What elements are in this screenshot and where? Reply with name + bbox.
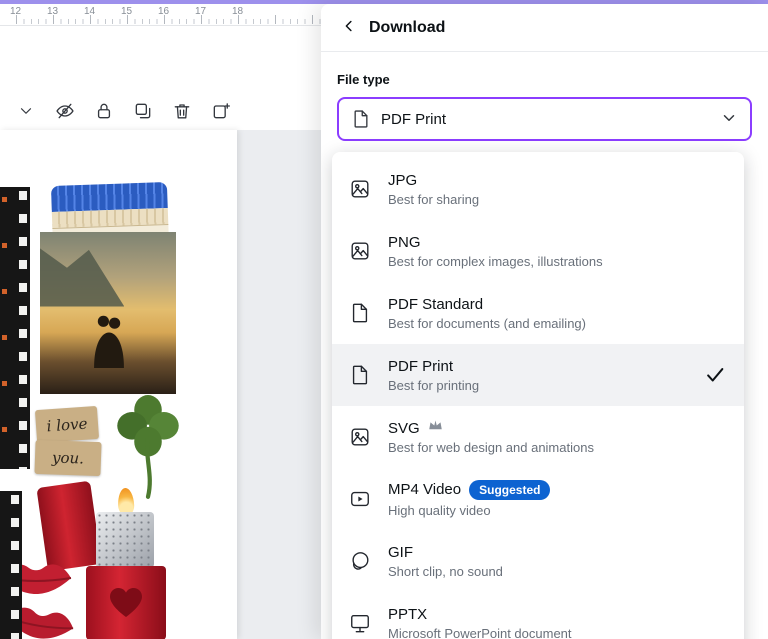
lighter-insert-image[interactable] (96, 512, 154, 568)
couple-silhouette (94, 315, 124, 368)
option-description: Best for printing (388, 377, 480, 393)
ruler-label: 15 (121, 6, 133, 17)
love-note-image[interactable]: you. (34, 439, 102, 477)
chevron-left-icon (340, 17, 358, 38)
chevron-down-icon (720, 109, 738, 130)
love-note-image[interactable]: i love (34, 405, 100, 444)
lock-icon (94, 101, 114, 124)
file-type-option-gif[interactable]: GIF Short clip, no sound (332, 530, 744, 592)
love-note-text: you. (51, 448, 85, 468)
panel-header: Download (321, 4, 768, 52)
film-strip-top-image[interactable] (0, 187, 30, 469)
option-label: SVG (388, 419, 420, 437)
download-panel: Download File type PDF Print JPG Best fo… (321, 4, 768, 639)
editor-workspace: 12 13 14 15 16 17 18 i love you. (0, 4, 321, 639)
crown-icon (428, 419, 443, 437)
ruler-label: 14 (84, 6, 96, 17)
file-type-option-mp4-video[interactable]: MP4 Video Suggested High quality video (332, 468, 744, 530)
collapse-button[interactable] (14, 100, 38, 124)
gif-icon (348, 549, 372, 573)
duplicate-button[interactable] (131, 100, 155, 124)
ruler-label: 17 (195, 6, 207, 17)
file-type-option-pdf-standard[interactable]: PDF Standard Best for documents (and ema… (332, 282, 744, 344)
film-sprocket-holes (19, 191, 27, 469)
ruler-label: 12 (10, 6, 22, 17)
chevron-down-icon (17, 102, 35, 123)
add-page-icon (211, 101, 231, 124)
file-type-dropdown-menu: JPG Best for sharing PNG Best for comple… (332, 152, 744, 639)
option-description: Best for complex images, illustrations (388, 253, 603, 269)
option-description: Best for sharing (388, 191, 480, 207)
film-sprocket-holes (11, 495, 19, 639)
design-page[interactable]: i love you. (0, 130, 237, 639)
file-type-option-jpg[interactable]: JPG Best for sharing (332, 158, 744, 220)
back-button[interactable] (337, 16, 361, 40)
mountain-silhouette (40, 248, 125, 307)
document-icon (348, 363, 372, 387)
image-icon (348, 425, 372, 449)
page-toolbar (14, 100, 233, 124)
film-frame-marks (2, 197, 7, 469)
file-type-option-pdf-print[interactable]: PDF Print Best for printing (332, 344, 744, 406)
file-type-option-pptx[interactable]: PPTX Microsoft PowerPoint document (332, 592, 744, 639)
file-type-value: PDF Print (381, 110, 447, 128)
file-type-label: File type (337, 72, 390, 87)
ruler-label: 13 (47, 6, 59, 17)
heart-icon (110, 588, 142, 617)
horizontal-ruler: 12 13 14 15 16 17 18 (0, 4, 321, 26)
option-description: Short clip, no sound (388, 563, 503, 579)
film-strip-bottom-image[interactable] (0, 491, 22, 639)
add-page-button[interactable] (209, 100, 233, 124)
option-label: GIF (388, 543, 413, 561)
lock-button[interactable] (92, 100, 116, 124)
panel-body: File type PDF Print (321, 52, 768, 141)
love-note-text: i love (46, 414, 88, 435)
image-icon (348, 239, 372, 263)
match-heads (50, 181, 168, 213)
file-type-option-svg[interactable]: SVG Best for web design and animations (332, 406, 744, 468)
delete-button[interactable] (170, 100, 194, 124)
document-icon (351, 109, 371, 129)
panel-title: Download (369, 18, 446, 36)
eye-slash-icon (55, 101, 75, 124)
document-icon (348, 301, 372, 325)
hide-button[interactable] (53, 100, 77, 124)
check-icon (704, 364, 726, 386)
option-label: MP4 Video (388, 481, 462, 499)
ruler-label: 18 (232, 6, 244, 17)
copy-icon (133, 101, 153, 124)
file-type-select[interactable]: PDF Print (337, 97, 752, 141)
video-icon (348, 487, 372, 511)
presentation-icon (348, 611, 372, 635)
clover-image[interactable] (116, 394, 180, 500)
couple-photo-image[interactable] (40, 232, 176, 394)
ruler-label: 16 (158, 6, 170, 17)
option-description: Best for documents (and emailing) (388, 315, 586, 331)
option-label: PPTX (388, 605, 428, 623)
image-icon (348, 177, 372, 201)
option-label: PNG (388, 233, 421, 251)
suggested-badge: Suggested (469, 479, 551, 501)
canvas-gutter (237, 130, 321, 639)
lighter-body-image[interactable] (86, 566, 166, 639)
option-label: JPG (388, 171, 418, 189)
option-label: PDF Print (388, 357, 454, 375)
option-label: PDF Standard (388, 295, 484, 313)
file-type-option-png[interactable]: PNG Best for complex images, illustratio… (332, 220, 744, 282)
option-description: Microsoft PowerPoint document (388, 625, 572, 639)
trash-icon (172, 101, 192, 124)
option-description: Best for web design and animations (388, 440, 594, 455)
option-description: High quality video (388, 503, 491, 519)
